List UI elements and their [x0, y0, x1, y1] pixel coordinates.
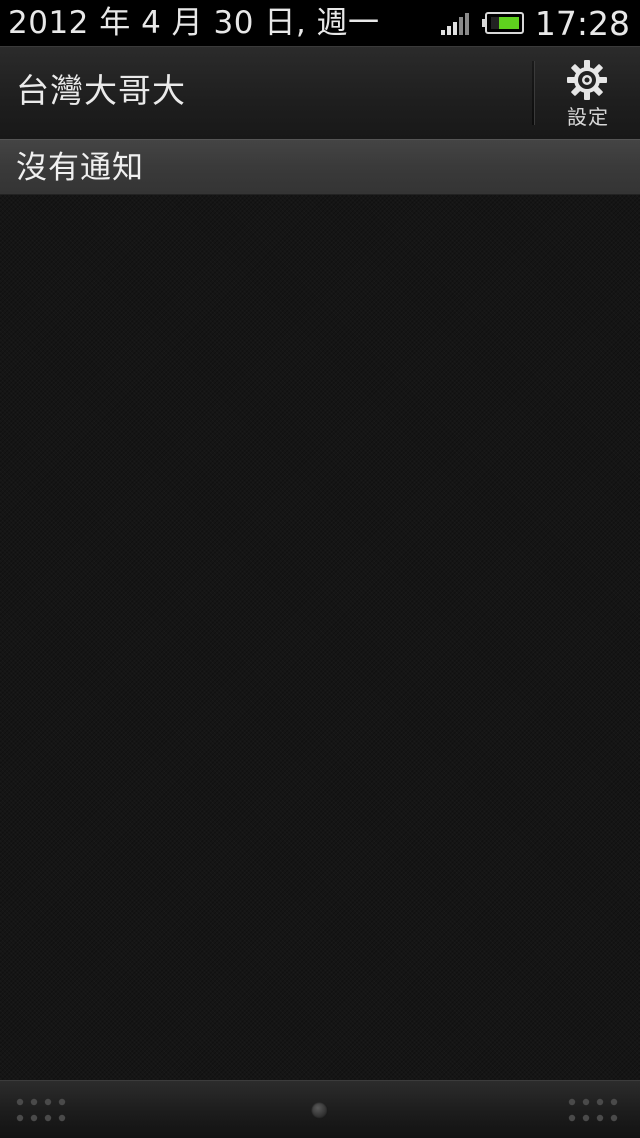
grip-dots-icon — [568, 1098, 618, 1122]
status-time: 17:28 — [534, 4, 630, 43]
carrier-name: 台灣大哥大 — [16, 71, 186, 110]
battery-icon — [482, 12, 524, 34]
shade-handle-bar[interactable] — [0, 1080, 640, 1138]
status-bar: 2012 年 4 月 30 日, 週一 17:28 — [0, 0, 640, 46]
gear-icon — [567, 60, 607, 100]
notification-shade: 2012 年 4 月 30 日, 週一 17:28 台灣大哥大 設定 沒有通知 — [0, 0, 640, 1138]
no-notifications-header: 沒有通知 — [0, 139, 640, 195]
grip-dots-icon — [16, 1098, 66, 1122]
settings-button[interactable]: 設定 — [540, 53, 636, 135]
signal-bars-icon — [441, 13, 469, 35]
home-handle-icon[interactable] — [311, 1102, 328, 1119]
settings-label: 設定 — [567, 105, 609, 129]
no-notifications-label: 沒有通知 — [16, 150, 144, 186]
header-divider — [532, 61, 535, 125]
carrier-header: 台灣大哥大 設定 — [0, 46, 640, 140]
status-date: 2012 年 4 月 30 日, 週一 — [8, 5, 380, 41]
